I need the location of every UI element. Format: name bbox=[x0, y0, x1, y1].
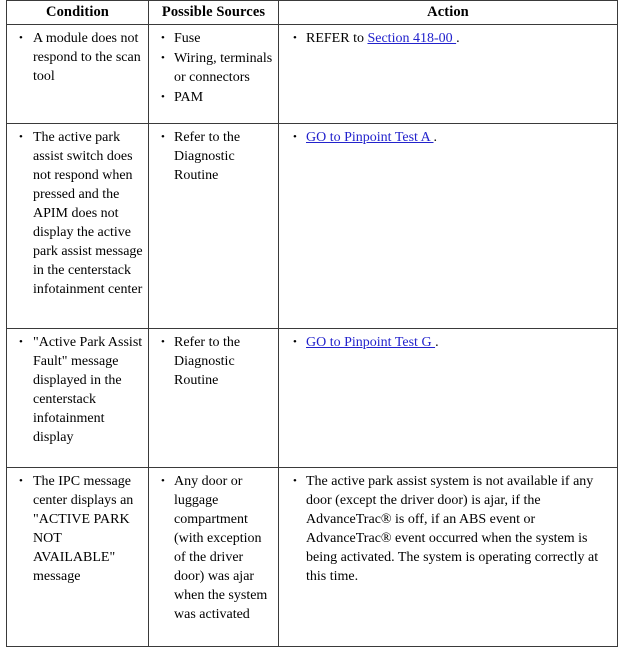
cell-condition: The active park assist switch does not r… bbox=[6, 123, 149, 329]
diagnostic-symptom-chart-table: Condition Possible Sources Action A modu… bbox=[6, 0, 618, 647]
column-header-possible-sources: Possible Sources bbox=[148, 0, 279, 25]
condition-list: A module does not respond to the scan to… bbox=[11, 29, 144, 86]
list-item: Refer to the Diagnostic Routine bbox=[153, 333, 274, 390]
table-header-row: Condition Possible Sources Action bbox=[6, 0, 618, 25]
pinpoint-test-link[interactable]: GO to Pinpoint Test G bbox=[306, 335, 435, 350]
condition-list: "Active Park Assist Fault" message displ… bbox=[11, 333, 144, 447]
action-list: REFER to Section 418-00 . bbox=[283, 29, 613, 48]
cell-possible-sources: Any door or luggage compartment (with ex… bbox=[148, 467, 279, 647]
cell-condition: A module does not respond to the scan to… bbox=[6, 24, 149, 124]
condition-list: The active park assist switch does not r… bbox=[11, 128, 144, 299]
list-item: Wiring, terminals or connectors bbox=[153, 49, 274, 87]
list-item: The IPC message center displays an "ACTI… bbox=[11, 472, 144, 586]
sources-list: Refer to the Diagnostic Routine bbox=[153, 333, 274, 390]
action-list: The active park assist system is not ava… bbox=[283, 472, 613, 586]
cell-condition: The IPC message center displays an "ACTI… bbox=[6, 467, 149, 647]
list-item: PAM bbox=[153, 88, 274, 107]
condition-list: The IPC message center displays an "ACTI… bbox=[11, 472, 144, 586]
cell-possible-sources: Refer to the Diagnostic Routine bbox=[148, 123, 279, 329]
list-item: The active park assist switch does not r… bbox=[11, 128, 144, 299]
cell-action: REFER to Section 418-00 . bbox=[278, 24, 618, 124]
column-header-action: Action bbox=[278, 0, 618, 25]
sources-list: Any door or luggage compartment (with ex… bbox=[153, 472, 274, 624]
action-prefix-text: The active park assist system is not ava… bbox=[306, 474, 599, 584]
list-item: GO to Pinpoint Test G . bbox=[283, 333, 613, 352]
table-row: The IPC message center displays an "ACTI… bbox=[6, 467, 618, 647]
list-item: Fuse bbox=[153, 29, 274, 48]
action-suffix-text: . bbox=[435, 335, 439, 350]
column-header-condition: Condition bbox=[6, 0, 149, 25]
document-page: Condition Possible Sources Action A modu… bbox=[0, 0, 623, 647]
list-item: "Active Park Assist Fault" message displ… bbox=[11, 333, 144, 447]
list-item: REFER to Section 418-00 . bbox=[283, 29, 613, 48]
list-item: Any door or luggage compartment (with ex… bbox=[153, 472, 274, 624]
list-item: Refer to the Diagnostic Routine bbox=[153, 128, 274, 185]
cell-action: GO to Pinpoint Test G . bbox=[278, 328, 618, 468]
action-list: GO to Pinpoint Test A . bbox=[283, 128, 613, 147]
section-link[interactable]: Section 418-00 bbox=[367, 31, 456, 46]
action-suffix-text: . bbox=[433, 130, 438, 145]
table-row: The active park assist switch does not r… bbox=[6, 123, 618, 329]
table-row: "Active Park Assist Fault" message displ… bbox=[6, 328, 618, 468]
cell-condition: "Active Park Assist Fault" message displ… bbox=[6, 328, 149, 468]
action-list: GO to Pinpoint Test G . bbox=[283, 333, 613, 352]
sources-list: Refer to the Diagnostic Routine bbox=[153, 128, 274, 185]
cell-possible-sources: Fuse Wiring, terminals or connectors PAM bbox=[148, 24, 279, 124]
cell-action: GO to Pinpoint Test A . bbox=[278, 123, 618, 329]
pinpoint-test-link[interactable]: GO to Pinpoint Test A bbox=[306, 130, 434, 145]
cell-possible-sources: Refer to the Diagnostic Routine bbox=[148, 328, 279, 468]
action-prefix-text: REFER to bbox=[306, 31, 368, 46]
list-item: The active park assist system is not ava… bbox=[283, 472, 613, 586]
list-item: A module does not respond to the scan to… bbox=[11, 29, 144, 86]
sources-list: Fuse Wiring, terminals or connectors PAM bbox=[153, 29, 274, 107]
list-item: GO to Pinpoint Test A . bbox=[283, 128, 613, 147]
cell-action: The active park assist system is not ava… bbox=[278, 467, 618, 647]
table-row: A module does not respond to the scan to… bbox=[6, 24, 618, 124]
action-suffix-text: . bbox=[456, 31, 460, 46]
